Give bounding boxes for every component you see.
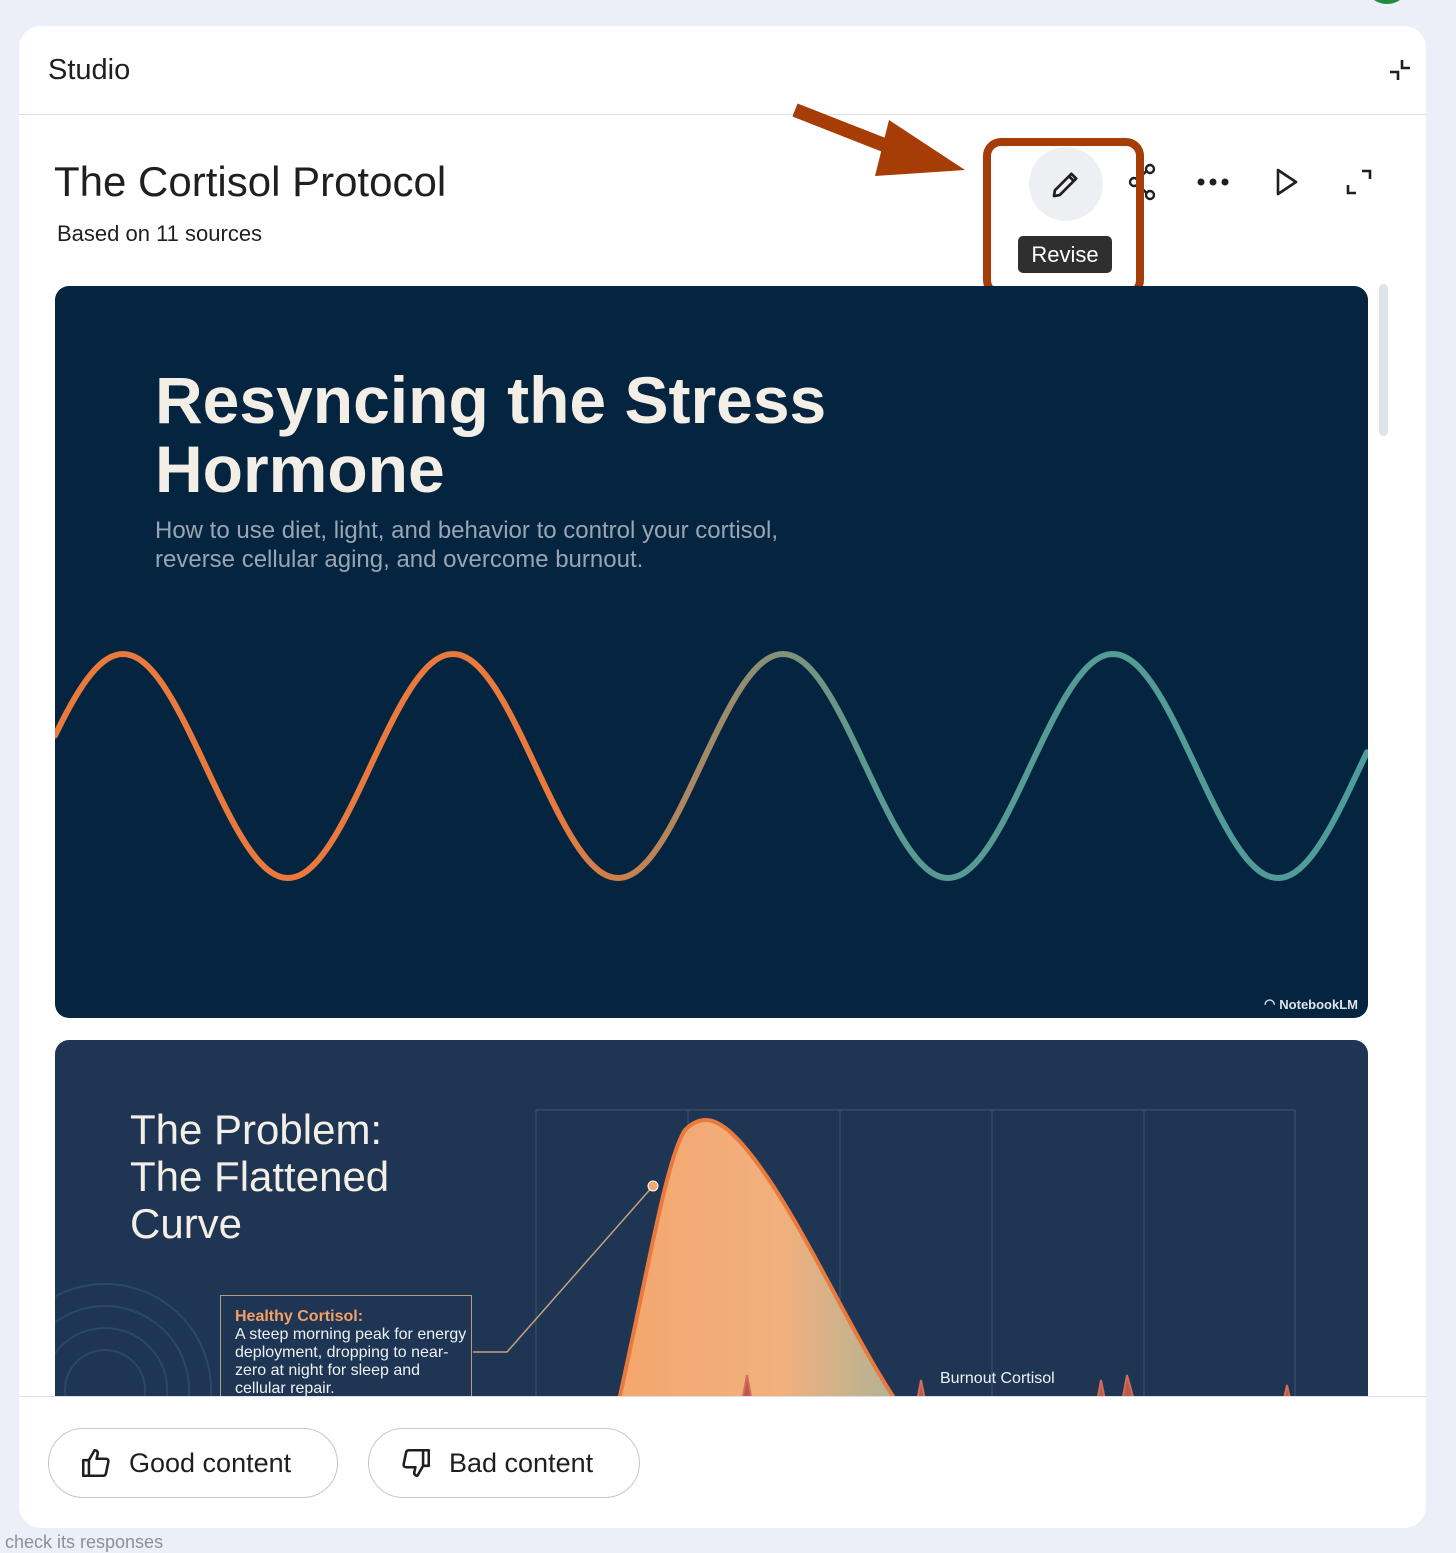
- fullscreen-button[interactable]: [1331, 154, 1387, 210]
- fullscreen-icon: [1346, 169, 1372, 195]
- annotation-highlight-box: [983, 138, 1144, 298]
- thumbs-up-icon: [81, 1448, 110, 1478]
- slide-1-title: Resyncing the Stress Hormone: [155, 363, 827, 506]
- feedback-bar: Good content Bad content: [19, 1396, 1426, 1528]
- healthy-cortisol-callout: Healthy Cortisol: A steep morning peak f…: [220, 1295, 472, 1396]
- play-button[interactable]: [1259, 154, 1315, 210]
- slide-1-subtitle: How to use diet, light, and behavior to …: [155, 517, 778, 573]
- artifact-sources: Based on 11 sources: [57, 221, 263, 246]
- slide-2: The Problem: The Flattened Curve Healthy…: [55, 1040, 1368, 1396]
- series-label: Burnout Cortisol: [940, 1370, 1055, 1387]
- panel-header: Studio: [19, 26, 1426, 115]
- more-options-button[interactable]: [1185, 154, 1241, 210]
- disclaimer-text: check its responses: [5, 1532, 164, 1552]
- thumbs-down-icon: [402, 1448, 431, 1478]
- bad-content-label: Bad content: [449, 1447, 594, 1478]
- slide-2-title: The Problem: The Flattened Curve: [130, 1106, 390, 1247]
- play-icon: [1276, 168, 1298, 196]
- good-content-label: Good content: [129, 1447, 292, 1478]
- collapse-icon: [1390, 60, 1410, 80]
- studio-panel: Studio The Cortisol Protocol Based on 11…: [19, 26, 1426, 1528]
- wave-graphic: [55, 650, 1368, 882]
- more-horiz-icon: [1197, 178, 1229, 186]
- collapse-button[interactable]: [1384, 54, 1416, 86]
- panel-title: Studio: [48, 54, 131, 86]
- slide-1: Resyncing the Stress Hormone How to use …: [55, 286, 1368, 1018]
- brand-label: NotebookLM: [1279, 996, 1358, 1012]
- bad-content-button[interactable]: Bad content: [368, 1428, 640, 1498]
- slides-viewer[interactable]: Resyncing the Stress Hormone How to use …: [55, 286, 1369, 1396]
- notebooklm-logo-icon: ◠: [1263, 996, 1276, 1011]
- avatar[interactable]: [1364, 0, 1410, 4]
- callout-title: Healthy Cortisol:: [235, 1308, 364, 1325]
- callout-body: A steep morning peak for energy deployme…: [235, 1326, 467, 1396]
- artifact-title: The Cortisol Protocol: [54, 158, 447, 205]
- scrollbar[interactable]: [1379, 284, 1388, 436]
- good-content-button[interactable]: Good content: [48, 1428, 338, 1498]
- brand-watermark: ◠ NotebookLM: [1264, 996, 1358, 1012]
- annotation-arrow-icon: [792, 103, 965, 176]
